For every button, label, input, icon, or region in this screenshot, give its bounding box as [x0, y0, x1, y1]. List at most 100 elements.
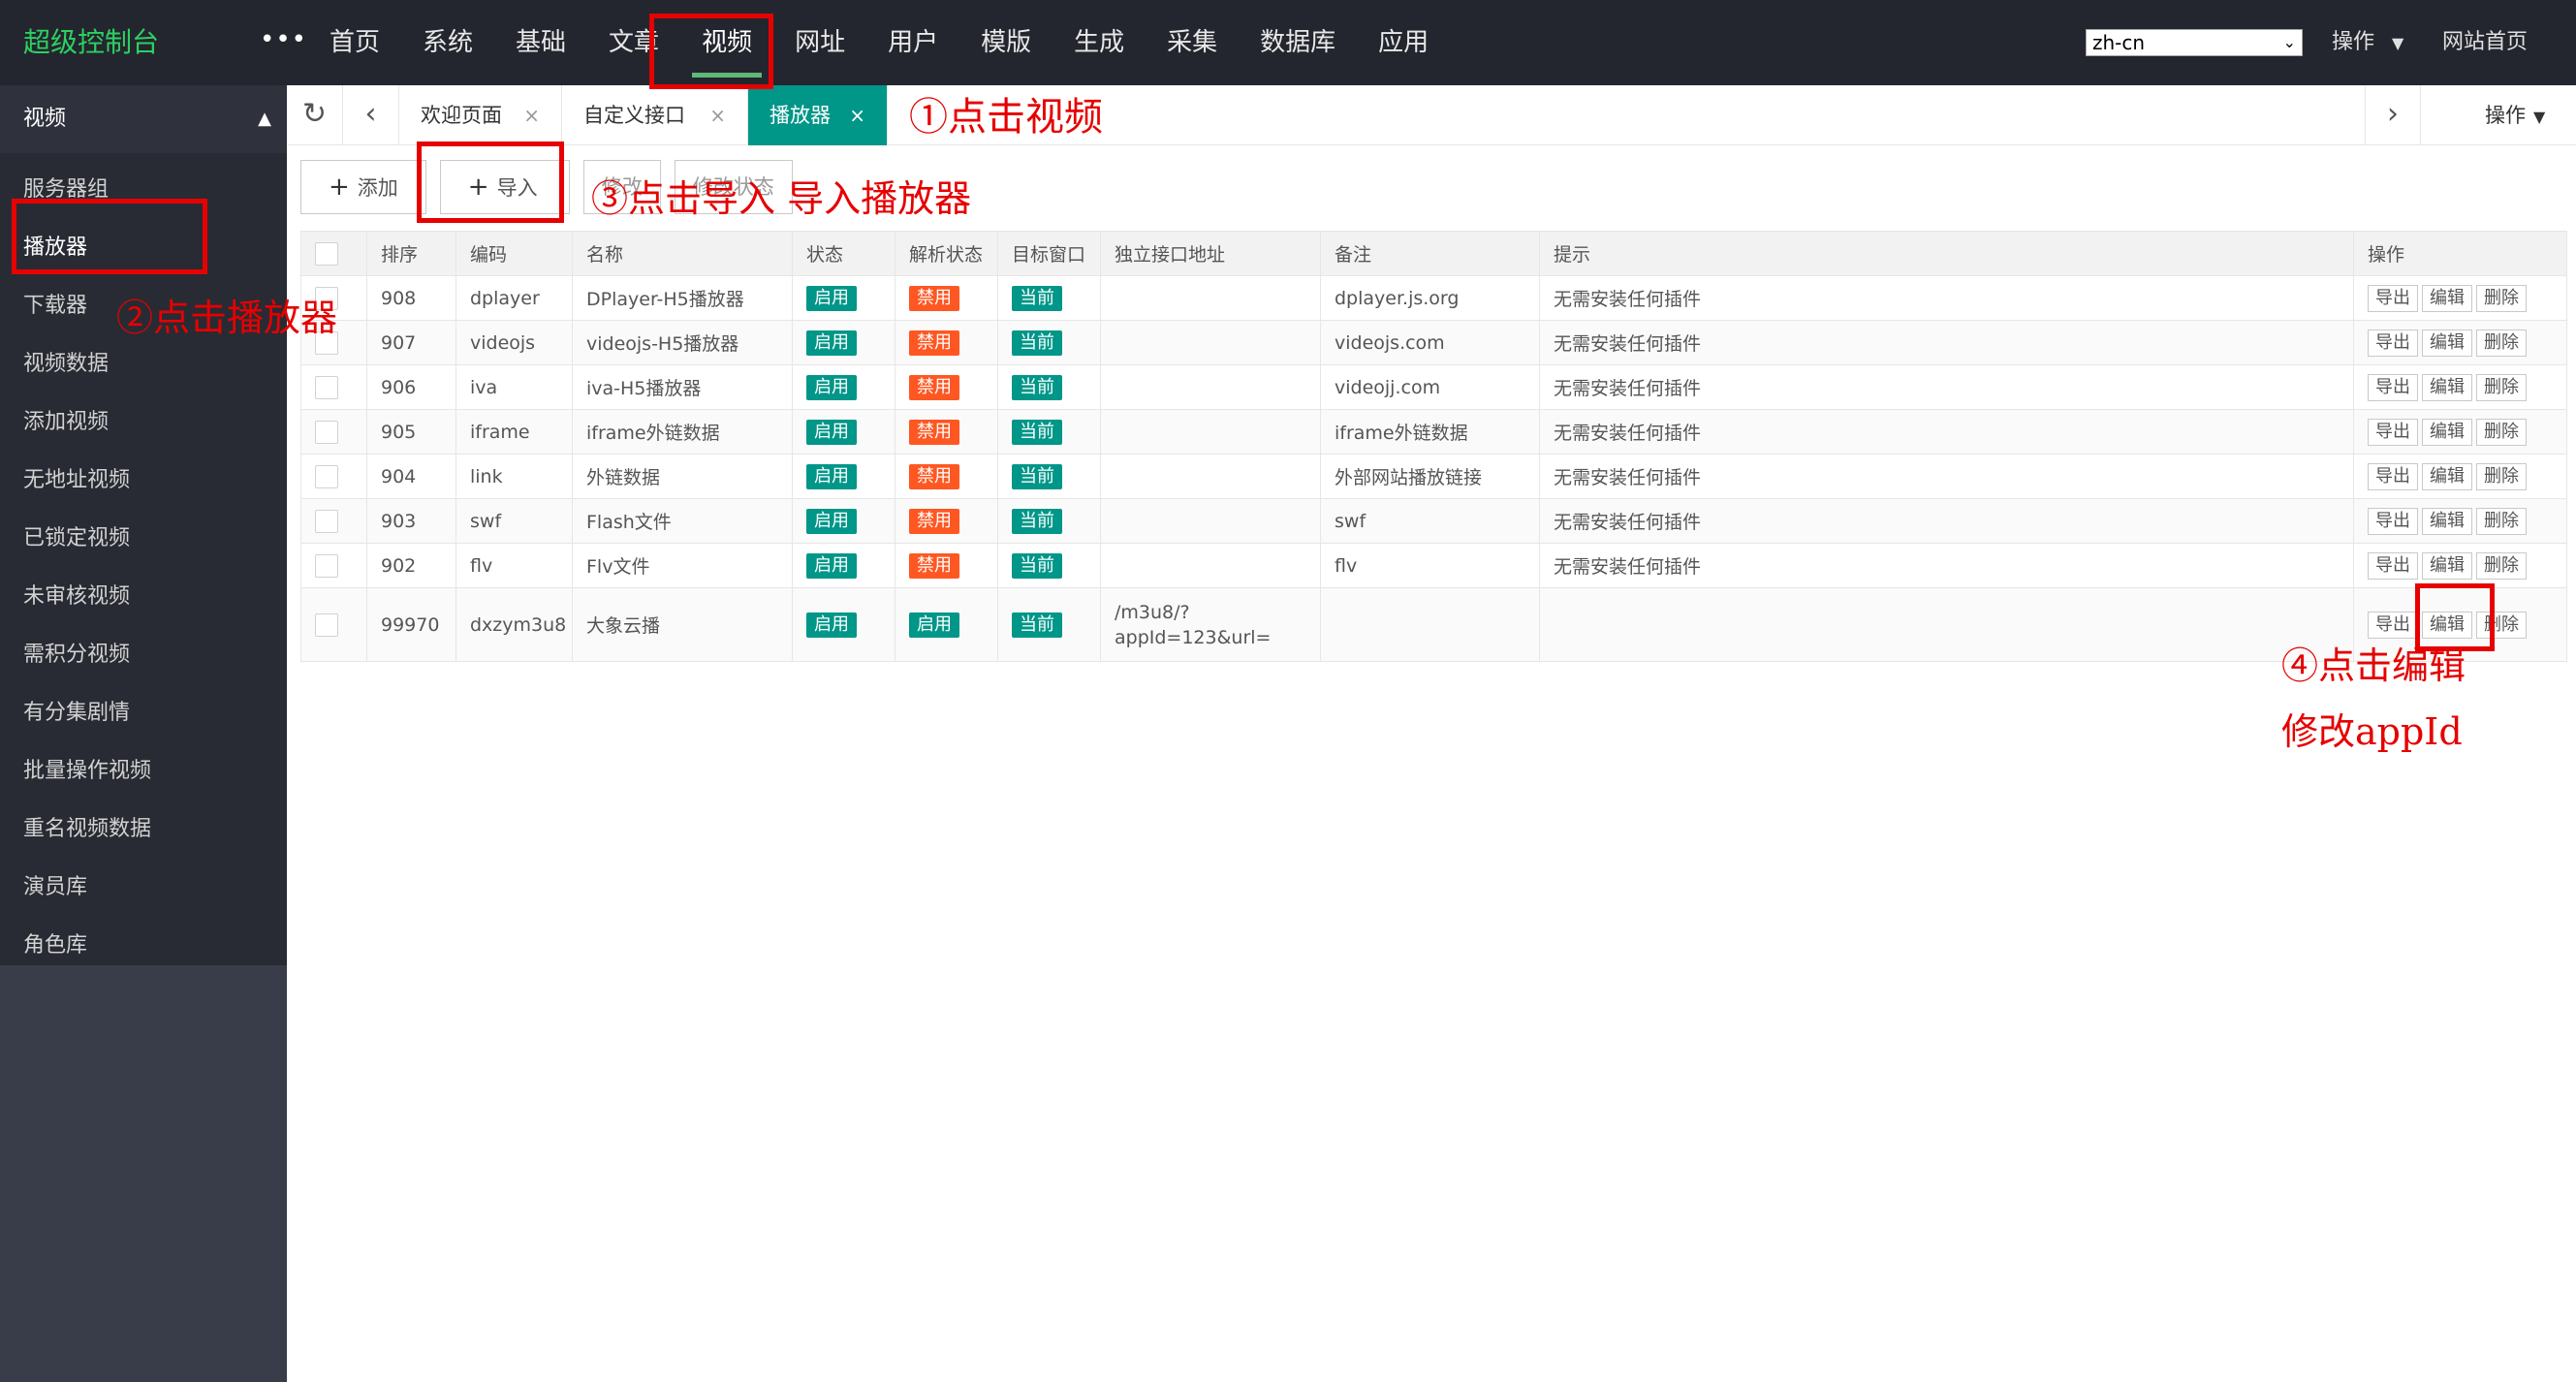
- status-badge[interactable]: 启用: [806, 419, 857, 445]
- edit-button[interactable]: 编辑: [2422, 507, 2472, 535]
- tab-welcome[interactable]: 欢迎页面 ×: [399, 85, 562, 145]
- refresh-icon[interactable]: ↻: [287, 85, 343, 145]
- column-header[interactable]: 解析状态: [895, 231, 998, 276]
- delete-button[interactable]: 删除: [2476, 329, 2527, 357]
- export-button[interactable]: 导出: [2368, 373, 2418, 401]
- status-badge[interactable]: 启用: [806, 612, 857, 638]
- nav-home[interactable]: 首页: [308, 0, 401, 85]
- row-checkbox[interactable]: [315, 375, 338, 399]
- parse-status-badge[interactable]: 禁用: [909, 419, 959, 445]
- target-window-badge[interactable]: 当前: [1012, 508, 1062, 534]
- chevron-left-icon[interactable]: ‹: [343, 85, 399, 145]
- export-button[interactable]: 导出: [2368, 418, 2418, 446]
- nav-system[interactable]: 系统: [401, 0, 494, 85]
- site-home-link[interactable]: 网站首页: [2442, 0, 2528, 85]
- nav-basic[interactable]: 基础: [494, 0, 587, 85]
- edit-button[interactable]: 编辑: [2422, 418, 2472, 446]
- sidebar-item-locked-video[interactable]: 已锁定视频: [0, 510, 287, 568]
- parse-status-badge[interactable]: 禁用: [909, 463, 959, 489]
- sidebar-item-batch-video[interactable]: 批量操作视频: [0, 742, 287, 801]
- sidebar-item-duplicate-video[interactable]: 重名视频数据: [0, 801, 287, 859]
- row-checkbox[interactable]: [315, 420, 338, 444]
- delete-button[interactable]: 删除: [2476, 418, 2527, 446]
- export-button[interactable]: 导出: [2368, 462, 2418, 490]
- export-button[interactable]: 导出: [2368, 284, 2418, 312]
- column-header[interactable]: 备注: [1320, 231, 1540, 276]
- parse-status-badge[interactable]: 禁用: [909, 508, 959, 534]
- target-window-badge[interactable]: 当前: [1012, 612, 1062, 638]
- column-header[interactable]: 名称: [572, 231, 793, 276]
- parse-status-badge[interactable]: 禁用: [909, 374, 959, 400]
- target-window-badge[interactable]: 当前: [1012, 330, 1062, 356]
- row-checkbox[interactable]: [315, 464, 338, 488]
- status-badge[interactable]: 启用: [806, 330, 857, 356]
- edit-button[interactable]: 编辑: [2422, 329, 2472, 357]
- sidebar-item-unreviewed-video[interactable]: 未审核视频: [0, 568, 287, 626]
- close-icon[interactable]: ×: [523, 85, 540, 145]
- target-window-badge[interactable]: 当前: [1012, 463, 1062, 489]
- chevron-right-icon[interactable]: ›: [2365, 85, 2421, 145]
- parse-status-badge[interactable]: 禁用: [909, 330, 959, 356]
- nav-apps[interactable]: 应用: [1357, 0, 1450, 85]
- sidebar-section-video[interactable]: 视频 ▲: [0, 85, 287, 153]
- tab-player[interactable]: 播放器 ×: [748, 85, 888, 145]
- sidebar-item-add-video[interactable]: 添加视频: [0, 393, 287, 452]
- column-header[interactable]: 排序: [366, 231, 456, 276]
- nav-database[interactable]: 数据库: [1239, 0, 1357, 85]
- export-button[interactable]: 导出: [2368, 329, 2418, 357]
- target-window-badge[interactable]: 当前: [1012, 285, 1062, 311]
- parse-status-badge[interactable]: 启用: [909, 612, 959, 638]
- target-window-badge[interactable]: 当前: [1012, 552, 1062, 579]
- status-badge[interactable]: 启用: [806, 552, 857, 579]
- delete-button[interactable]: 删除: [2476, 507, 2527, 535]
- nav-user[interactable]: 用户: [866, 0, 959, 85]
- delete-button[interactable]: 删除: [2476, 551, 2527, 580]
- parse-status-badge[interactable]: 禁用: [909, 285, 959, 311]
- status-badge[interactable]: 启用: [806, 374, 857, 400]
- delete-button[interactable]: 删除: [2476, 373, 2527, 401]
- language-select[interactable]: zh-cn ⌄: [2086, 29, 2303, 56]
- close-icon[interactable]: ×: [709, 85, 726, 145]
- close-icon[interactable]: ×: [849, 85, 865, 145]
- edit-button[interactable]: 编辑: [2422, 373, 2472, 401]
- tab-custom-api[interactable]: 自定义接口 ×: [562, 85, 748, 145]
- parse-status-badge[interactable]: 禁用: [909, 552, 959, 579]
- export-button[interactable]: 导出: [2368, 551, 2418, 580]
- tabs-operate-menu[interactable]: 操作 ▼: [2485, 85, 2545, 145]
- row-checkbox[interactable]: [315, 509, 338, 533]
- column-header[interactable]: 状态: [792, 231, 895, 276]
- column-header[interactable]: 编码: [456, 231, 573, 276]
- row-checkbox[interactable]: [315, 553, 338, 578]
- target-window-badge[interactable]: 当前: [1012, 419, 1062, 445]
- header-operate-menu[interactable]: 操作 ▼: [2332, 0, 2403, 85]
- edit-button[interactable]: 编辑: [2422, 284, 2472, 312]
- delete-button[interactable]: 删除: [2476, 284, 2527, 312]
- status-badge[interactable]: 启用: [806, 508, 857, 534]
- column-header[interactable]: 目标窗口: [997, 231, 1101, 276]
- column-header[interactable]: 提示: [1539, 231, 2354, 276]
- sidebar-item-actors[interactable]: 演员库: [0, 859, 287, 917]
- nav-collect[interactable]: 采集: [1146, 0, 1239, 85]
- sidebar-item-episode-plot[interactable]: 有分集剧情: [0, 684, 287, 742]
- column-header[interactable]: 独立接口地址: [1100, 231, 1321, 276]
- sidebar-item-no-url-video[interactable]: 无地址视频: [0, 452, 287, 510]
- delete-button[interactable]: 删除: [2476, 462, 2527, 490]
- row-checkbox[interactable]: [315, 612, 338, 637]
- nav-template[interactable]: 模版: [959, 0, 1052, 85]
- sidebar-item-video-data[interactable]: 视频数据: [0, 335, 287, 393]
- sidebar-item-points-video[interactable]: 需积分视频: [0, 626, 287, 684]
- status-badge[interactable]: 启用: [806, 285, 857, 311]
- edit-button[interactable]: 编辑: [2422, 462, 2472, 490]
- status-badge[interactable]: 启用: [806, 463, 857, 489]
- export-button[interactable]: 导出: [2368, 507, 2418, 535]
- select-all-checkbox[interactable]: [315, 241, 338, 266]
- export-button[interactable]: 导出: [2368, 611, 2418, 639]
- nav-generate[interactable]: 生成: [1052, 0, 1146, 85]
- add-button[interactable]: + 添加: [300, 160, 426, 214]
- sidebar-item-roles[interactable]: 角色库: [0, 917, 287, 975]
- app-logo[interactable]: 超级控制台: [23, 0, 159, 85]
- target-window-badge[interactable]: 当前: [1012, 374, 1062, 400]
- nav-website[interactable]: 网址: [773, 0, 866, 85]
- edit-button[interactable]: 编辑: [2422, 551, 2472, 580]
- more-menu-icon[interactable]: •••: [260, 25, 307, 54]
